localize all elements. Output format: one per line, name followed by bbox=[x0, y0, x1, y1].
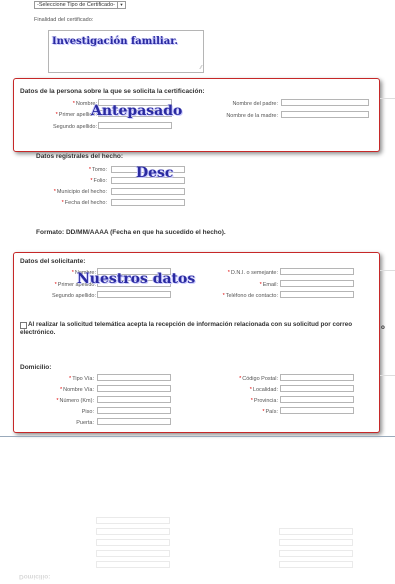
puerta-input[interactable] bbox=[97, 418, 171, 425]
pais-label: *País: bbox=[262, 409, 278, 415]
codigo-postal-input[interactable] bbox=[280, 374, 354, 381]
tipo-via-label: *Tipo Vía: bbox=[69, 376, 94, 382]
localidad-label: *Localidad: bbox=[249, 387, 278, 393]
persona-segundo-apellido-label: Segundo apellido: bbox=[52, 124, 97, 130]
municipio-input[interactable] bbox=[111, 188, 185, 195]
reflection-input bbox=[96, 528, 170, 535]
persona-nombre-label: *Nombre: bbox=[72, 101, 97, 107]
persona-section: Datos de la persona sobre la que se soli… bbox=[13, 78, 380, 152]
municipio-label: *Municipio del hecho: bbox=[53, 189, 107, 195]
divider bbox=[380, 270, 395, 271]
finalidad-label: Finalidad del certificado: bbox=[34, 17, 94, 23]
pais-input[interactable] bbox=[280, 407, 354, 414]
reflection-input bbox=[96, 550, 170, 557]
dni-input[interactable] bbox=[280, 268, 354, 275]
reflection-input bbox=[96, 517, 170, 524]
formato-note: Formato: DD/MM/AAAA (Fecha en que ha suc… bbox=[36, 229, 226, 236]
persona-nombre-padre-label: Nombre del padre: bbox=[232, 101, 278, 107]
reflection-input bbox=[96, 561, 170, 568]
folio-label: *Folio: bbox=[90, 178, 107, 184]
persona-primer-apellido-label: *Primer apellido: bbox=[55, 112, 97, 118]
numero-input[interactable] bbox=[97, 396, 171, 403]
resize-handle-icon[interactable]: ⁄⁄ bbox=[200, 65, 202, 71]
solicitante-overlay-text: Nuestros datos bbox=[77, 271, 196, 287]
provincia-label: *Provincia: bbox=[250, 398, 278, 404]
registrales-title: Datos registrales del hecho: bbox=[36, 153, 124, 160]
email-input[interactable] bbox=[280, 280, 354, 287]
piso-input[interactable] bbox=[97, 407, 171, 414]
persona-title: Datos de la persona sobre la que se soli… bbox=[20, 88, 205, 95]
reflection-input bbox=[279, 539, 353, 546]
fecha-label: *Fecha del hecho: bbox=[61, 200, 107, 206]
nombre-via-input[interactable] bbox=[97, 385, 171, 392]
persona-nombre-madre-input[interactable] bbox=[281, 111, 369, 118]
reflection-divider bbox=[0, 436, 395, 437]
persona-nombre-padre-input[interactable] bbox=[281, 99, 369, 106]
localidad-input[interactable] bbox=[280, 385, 354, 392]
finalidad-textarea[interactable]: Investigación familiar. ⁄⁄ bbox=[48, 30, 204, 73]
solicitante-section: Datos del solicitante: *Nombre: *Primer … bbox=[13, 252, 380, 433]
solicitante-title: Datos del solicitante: bbox=[20, 258, 86, 265]
chevron-down-icon[interactable]: ▼ bbox=[116, 2, 125, 8]
telefono-label: *Teléfono de contacto: bbox=[222, 293, 278, 299]
persona-overlay-text: Antepasado bbox=[91, 103, 183, 119]
persona-nombre-madre-label: Nombre de la madre: bbox=[226, 113, 278, 119]
codigo-postal-label: *Código Postal: bbox=[239, 376, 278, 382]
piso-label: Piso: bbox=[81, 409, 94, 415]
certificate-type-select[interactable]: -Seleccione Tipo de Certificado- ▼ bbox=[34, 1, 126, 9]
numero-label: *Número (Km): bbox=[56, 398, 94, 404]
tipo-via-input[interactable] bbox=[97, 374, 171, 381]
registrales-overlay-text: Desc bbox=[136, 165, 174, 181]
telefono-input[interactable] bbox=[280, 291, 354, 298]
reflection-domicilio-title: Domicilio: bbox=[19, 573, 51, 580]
consent-tail-text: o bbox=[381, 324, 385, 331]
solicitante-segundo-apellido-input[interactable] bbox=[97, 291, 171, 298]
puerta-label: Puerta: bbox=[76, 420, 94, 426]
reflection-input bbox=[279, 550, 353, 557]
divider bbox=[380, 375, 395, 376]
fecha-input[interactable] bbox=[111, 199, 185, 206]
tomo-label: *Tomo: bbox=[88, 167, 107, 173]
nombre-via-label: *Nombre Vía: bbox=[59, 387, 94, 393]
finalidad-overlay-text: Investigación familiar. bbox=[52, 36, 179, 47]
reflection-input bbox=[279, 528, 353, 535]
provincia-input[interactable] bbox=[280, 396, 354, 403]
reflection-input bbox=[279, 561, 353, 568]
reflection-input bbox=[96, 539, 170, 546]
consent-text: Al realizar la solicitud telemática acep… bbox=[20, 321, 353, 336]
domicilio-title: Domicilio: bbox=[20, 364, 52, 371]
reflection-area: Domicilio: bbox=[0, 438, 395, 584]
divider bbox=[380, 98, 395, 99]
certificate-type-value: -Seleccione Tipo de Certificado- bbox=[37, 2, 115, 8]
persona-segundo-apellido-input[interactable] bbox=[98, 122, 172, 129]
solicitante-segundo-apellido-label: Segundo apellido: bbox=[51, 293, 96, 299]
